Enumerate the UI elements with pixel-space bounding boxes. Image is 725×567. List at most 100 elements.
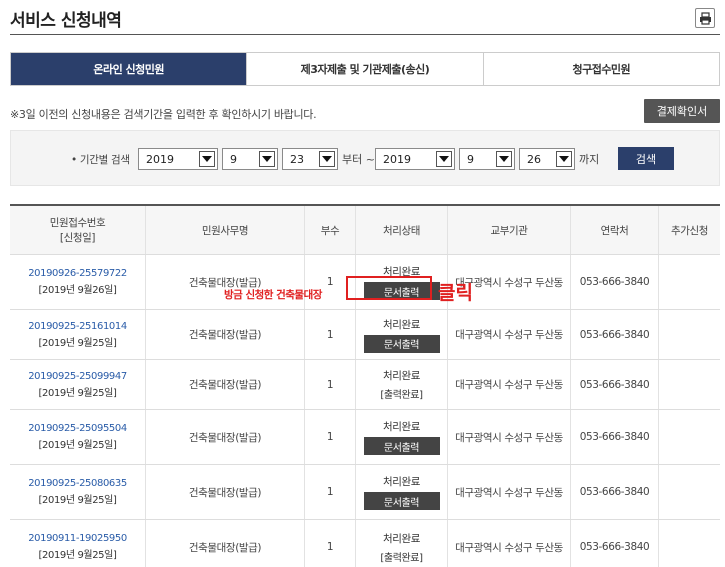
to-month-select[interactable]: 9 xyxy=(459,148,515,170)
chevron-down-icon xyxy=(556,151,572,167)
issuing-agency: 대구광역시 수성구 두산동 xyxy=(448,520,571,567)
extra-request-cell xyxy=(659,520,720,567)
status-text: 처리완료 xyxy=(382,476,421,488)
issuing-agency: 대구광역시 수성구 두산동 xyxy=(448,465,571,519)
receipt-number-link[interactable]: 20190926-25579722 xyxy=(28,268,127,279)
receipt-cell: 20190926-25579722 [2019년 9월26일] xyxy=(10,255,146,309)
request-history-table: 민원접수번호 [신청일] 민원사무명 부수 처리상태 교부기관 연락처 추가신청 … xyxy=(10,204,720,567)
request-date: [2019년 9월25일] xyxy=(38,495,117,506)
service-tabs: 온라인 신청민원 제3자제출 및 기관제출(송신) 청구접수민원 xyxy=(10,52,720,86)
extra-request-cell xyxy=(659,465,720,519)
printed-status: [출력완료] xyxy=(380,552,423,564)
to-suffix: 까지 xyxy=(579,153,600,166)
printed-status: [출력완료] xyxy=(380,390,423,401)
issuing-agency: 대구광역시 수성구 두산동 xyxy=(448,310,571,359)
header-receipt-date-label: [신청일] xyxy=(59,232,96,244)
service-name: 건축물대장(발급) xyxy=(146,410,305,464)
period-search-panel: • 기간별 검색 2019 9 23 부터 ~ 2019 9 26 까지 검색 xyxy=(10,130,720,186)
copies: 1 xyxy=(305,520,356,567)
header-receipt-no-label: 민원접수번호 xyxy=(49,217,106,229)
status-cell: 처리완료 [출력완료] xyxy=(356,520,448,567)
receipt-cell: 20190925-25099947 [2019년 9월25일] xyxy=(10,360,146,409)
contact-number: 053-666-3840 xyxy=(571,410,659,464)
header-extra: 추가신청 xyxy=(670,224,709,237)
request-date: [2019년 9월25일] xyxy=(38,550,117,561)
extra-request-cell xyxy=(659,255,720,309)
receipt-cell: 20190911-19025950 [2019년 9월25일] xyxy=(10,520,146,567)
payment-receipt-button[interactable]: 결제확인서 xyxy=(644,99,720,123)
status-cell: 처리완료 문서출력 xyxy=(356,410,448,464)
chevron-down-icon xyxy=(259,151,275,167)
receipt-number-link[interactable]: 20190911-19025950 xyxy=(28,533,127,544)
request-date: [2019년 9월25일] xyxy=(38,337,117,349)
to-year-value: 2019 xyxy=(383,152,411,166)
service-name: 건축물대장(발급) xyxy=(146,520,305,567)
tab-third-party-submission[interactable]: 제3자제출 및 기관제출(송신) xyxy=(247,53,484,85)
request-date: [2019년 9월25일] xyxy=(38,440,117,451)
issuing-agency: 대구광역시 수성구 두산동 xyxy=(448,410,571,464)
header-agency: 교부기관 xyxy=(448,206,571,254)
print-button[interactable] xyxy=(695,8,715,28)
status-text: 처리완료 xyxy=(382,421,421,433)
status-cell: 처리완료 문서출력 xyxy=(356,310,448,359)
table-row: 20190925-25099947 [2019년 9월25일] 건축물대장(발급… xyxy=(10,360,720,410)
search-button[interactable]: 검색 xyxy=(618,147,674,170)
header-contact: 연락처 xyxy=(571,206,659,254)
receipt-cell: 20190925-25161014 [2019년 9월25일] xyxy=(10,310,146,359)
highlight-box xyxy=(346,276,432,300)
copies: 1 xyxy=(305,410,356,464)
request-date: [2019년 9월26일] xyxy=(38,285,117,296)
print-document-button[interactable]: 문서출력 xyxy=(363,492,440,510)
to-month-value: 9 xyxy=(467,152,474,166)
from-month-select[interactable]: 9 xyxy=(222,148,278,170)
extra-request-cell xyxy=(659,310,720,359)
copies: 1 xyxy=(305,310,356,359)
header-receipt-no: 민원접수번호 [신청일] xyxy=(10,206,146,254)
to-year-select[interactable]: 2019 xyxy=(375,148,455,170)
service-name: 건축물대장(발급) xyxy=(146,310,305,359)
receipt-number-link[interactable]: 20190925-25099947 xyxy=(28,371,127,382)
header-copies: 부수 xyxy=(305,206,356,254)
from-day-value: 23 xyxy=(290,152,304,166)
receipt-cell: 20190925-25080635 [2019년 9월25일] xyxy=(10,465,146,519)
status-cell: 처리완료 문서출력 xyxy=(356,465,448,519)
table-row: 20190925-25161014 [2019년 9월25일] 건축물대장(발급… xyxy=(10,310,720,360)
status-text: 처리완료 xyxy=(382,370,421,382)
table-row: 20190925-25080635 [2019년 9월25일] 건축물대장(발급… xyxy=(10,465,720,520)
from-day-select[interactable]: 23 xyxy=(282,148,338,170)
contact-number: 053-666-3840 xyxy=(571,465,659,519)
receipt-number-link[interactable]: 20190925-25095504 xyxy=(28,423,127,434)
contact-number: 053-666-3840 xyxy=(571,255,659,309)
service-name: 건축물대장(발급) xyxy=(146,360,305,409)
receipt-number-link[interactable]: 20190925-25080635 xyxy=(28,478,127,489)
annotation-click: 클릭 xyxy=(438,282,473,304)
print-document-button[interactable]: 문서출력 xyxy=(363,437,440,455)
receipt-cell: 20190925-25095504 [2019년 9월25일] xyxy=(10,410,146,464)
chevron-down-icon xyxy=(496,151,512,167)
tab-claim-requests[interactable]: 청구접수민원 xyxy=(483,53,719,85)
copies: 1 xyxy=(305,465,356,519)
from-year-value: 2019 xyxy=(146,152,174,166)
print-document-button[interactable]: 문서출력 xyxy=(363,334,440,353)
title-divider xyxy=(10,34,720,35)
from-year-select[interactable]: 2019 xyxy=(138,148,218,170)
table-header: 민원접수번호 [신청일] 민원사무명 부수 처리상태 교부기관 연락처 추가신청 xyxy=(10,206,720,255)
contact-number: 053-666-3840 xyxy=(571,360,659,409)
header-service: 민원사무명 xyxy=(146,206,305,254)
copies: 1 xyxy=(305,360,356,409)
tab-online-requests[interactable]: 온라인 신청민원 xyxy=(11,53,248,85)
receipt-number-link[interactable]: 20190925-25161014 xyxy=(28,321,127,332)
header-status: 처리상태 xyxy=(356,206,448,254)
extra-request-cell xyxy=(659,360,720,409)
chevron-down-icon xyxy=(199,151,215,167)
to-day-value: 26 xyxy=(527,152,541,166)
chevron-down-icon xyxy=(319,151,335,167)
table-row: 20190925-25095504 [2019년 9월25일] 건축물대장(발급… xyxy=(10,410,720,465)
contact-number: 053-666-3840 xyxy=(571,520,659,567)
service-name: 건축물대장(발급) xyxy=(146,465,305,519)
status-text: 처리완료 xyxy=(382,532,421,545)
to-day-select[interactable]: 26 xyxy=(519,148,575,170)
printer-icon xyxy=(699,11,711,25)
period-search-label: • 기간별 검색 xyxy=(71,154,130,166)
from-suffix: 부터 ~ xyxy=(342,153,375,166)
